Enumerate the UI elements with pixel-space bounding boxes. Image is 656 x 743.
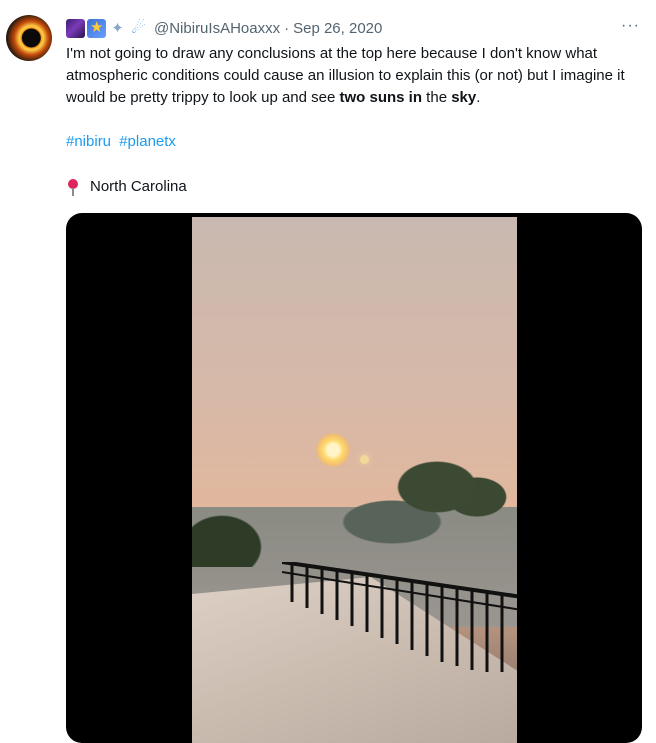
railing-image	[282, 562, 517, 672]
satellite-icon: ✦	[111, 19, 124, 37]
tweet-text-bold: two suns in	[339, 89, 423, 106]
tweet-text: I'm not going to draw any conclusions at…	[66, 43, 638, 109]
hashtags: #nibiru #planetx	[66, 131, 180, 153]
comet-icon: ☄	[131, 19, 146, 37]
location-text: North Carolina	[90, 178, 187, 195]
tweet-header: ✦ ☄ @NibiruIsAHoaxxx · Sep 26, 2020 ···	[66, 17, 640, 39]
display-name-emojis[interactable]: ✦ ☄	[66, 18, 148, 38]
location: North Carolina	[66, 176, 187, 198]
trees-image	[192, 457, 517, 567]
tweet-date[interactable]: Sep 26, 2020	[293, 20, 382, 37]
video-player[interactable]	[66, 213, 642, 743]
user-handle[interactable]: @NibiruIsAHoaxxx	[154, 20, 280, 37]
more-options-icon[interactable]: ···	[621, 17, 640, 35]
separator-dot: ·	[284, 19, 290, 37]
hashtag-planetx[interactable]: #planetx	[119, 133, 176, 150]
hashtag-nibiru[interactable]: #nibiru	[66, 133, 111, 150]
round-pushpin-icon	[66, 176, 80, 198]
tweet-text-part: .	[476, 89, 481, 106]
tweet-text-part: the	[422, 89, 452, 106]
avatar[interactable]	[6, 15, 52, 61]
video-frame[interactable]	[192, 217, 517, 743]
shooting-star-icon	[87, 18, 106, 38]
milky-way-icon	[66, 18, 85, 38]
tweet-text-bold: sky	[451, 89, 477, 106]
